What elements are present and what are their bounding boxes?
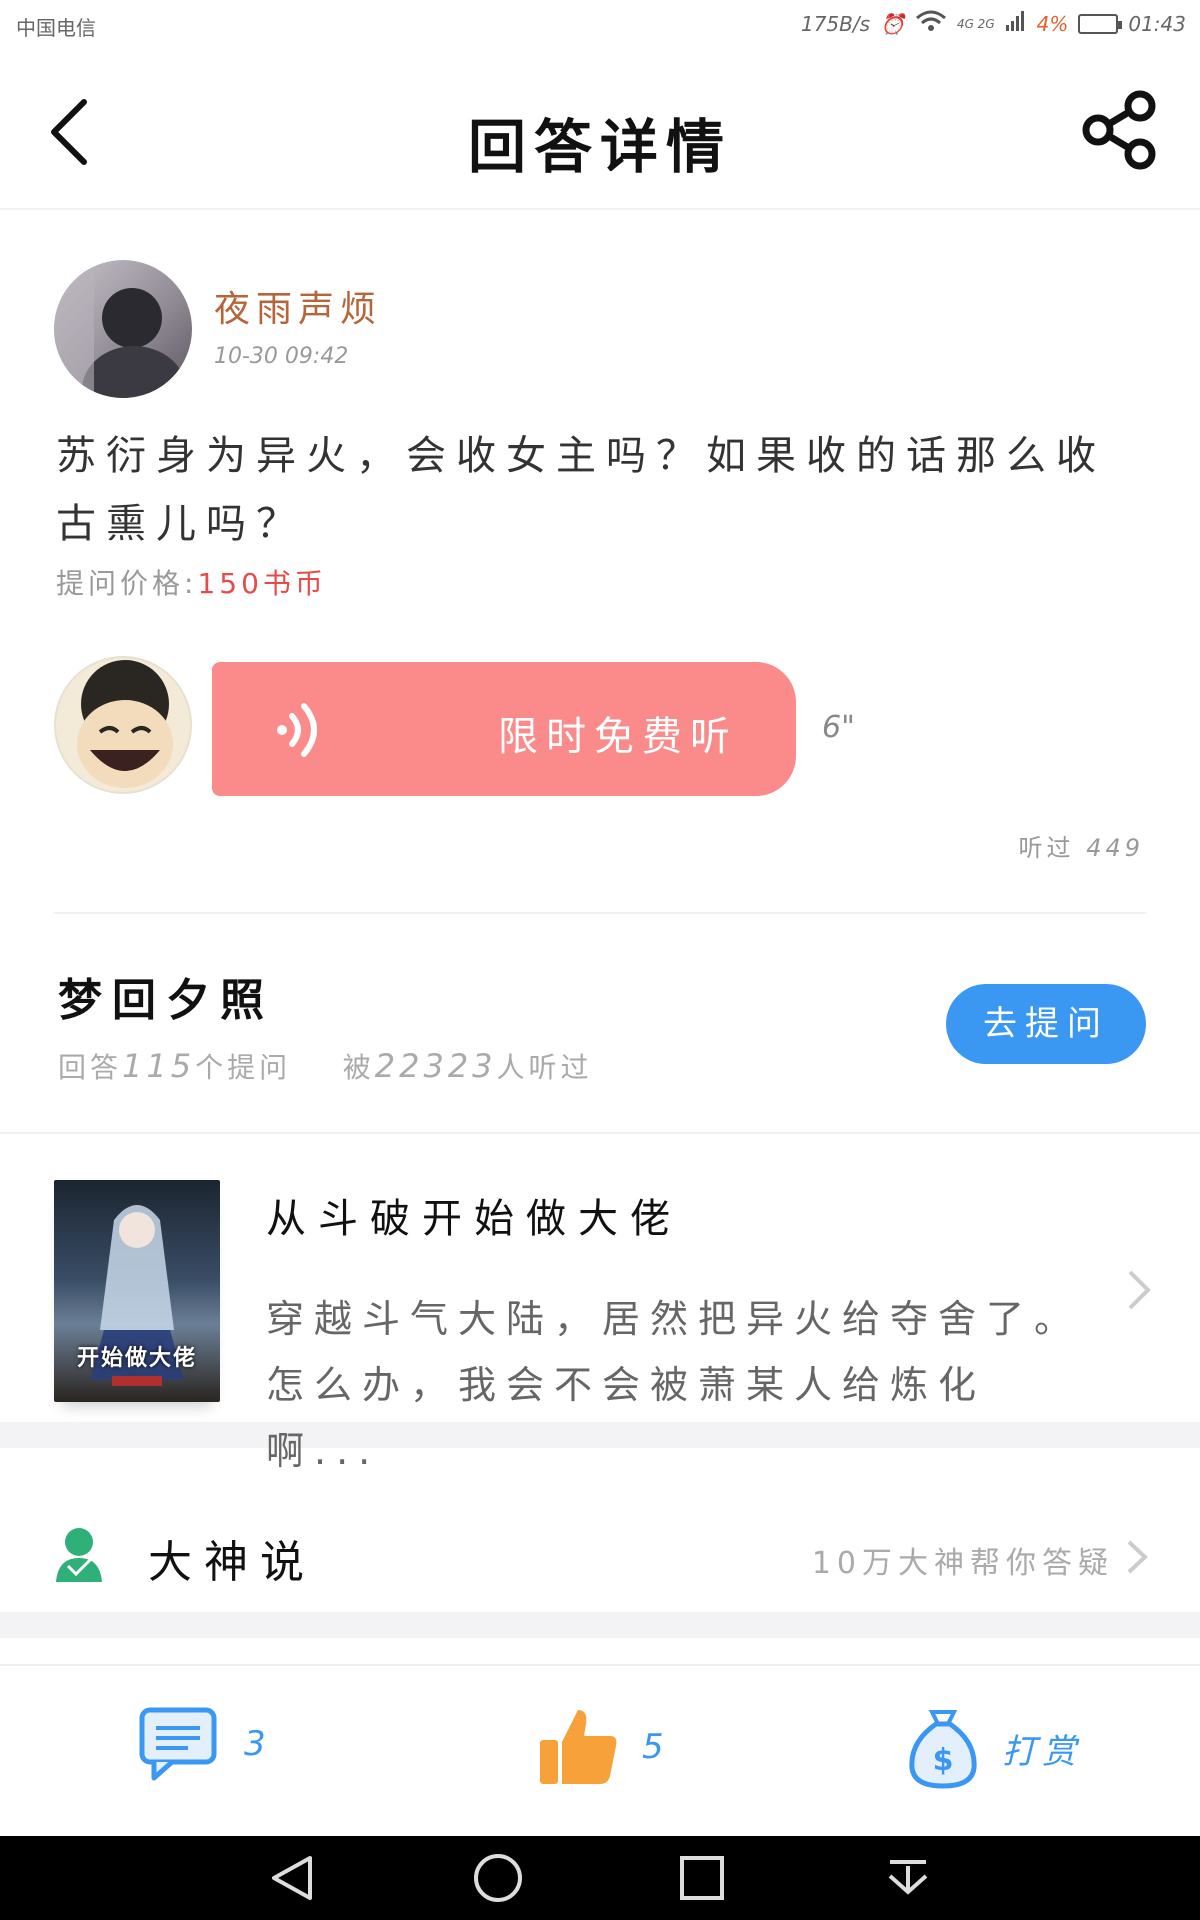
comment-button[interactable]: 3: [138, 1706, 272, 1782]
answerer-avatar[interactable]: [54, 656, 192, 794]
asker-avatar[interactable]: [54, 260, 192, 398]
reward-button[interactable]: $ 打赏: [906, 1706, 1082, 1790]
nav-notifications-icon[interactable]: [880, 1850, 936, 1906]
book-card[interactable]: 开始做大佬 从斗破开始做大佬 穿越斗气大陆，居然把异火给夺舍了。怎么办，我会不会…: [0, 1136, 1200, 1473]
answer-count: 115: [122, 1047, 196, 1085]
listened-label: 听过: [1018, 834, 1075, 862]
answerer-name[interactable]: 梦回夕照: [58, 964, 274, 1028]
audio-duration: 6": [822, 710, 855, 745]
ask-question-button[interactable]: 去提问: [946, 984, 1146, 1064]
question-block: 夜雨声烦 10-30 09:42 苏衍身为异火，会收女主吗？如果收的话那么收古熏…: [0, 212, 1200, 912]
listen-count-suffix: 人听过: [496, 1051, 593, 1084]
asker-avatar-image: [54, 260, 186, 398]
nav-home-icon[interactable]: [470, 1850, 526, 1906]
answer-count-prefix: 回答: [58, 1051, 123, 1084]
like-button[interactable]: 5: [538, 1706, 670, 1788]
question-price: 提问价格:150书币: [56, 562, 327, 602]
dashen-row[interactable]: 大神说 10万大神帮你答疑: [0, 1474, 1200, 1638]
net-speed: 175B/s: [800, 11, 871, 36]
listened-count: 听过 449: [1019, 828, 1144, 863]
price-label: 提问价格:: [56, 567, 198, 600]
reward-label: 打赏: [1002, 1731, 1082, 1772]
nav-bar: 回答详情: [0, 50, 1200, 210]
answerer-stats: 回答115个提问 被22323人听过: [58, 1046, 593, 1086]
bottom-action-bar: 3 5 $ 打赏: [0, 1664, 1200, 1836]
wifi-icon: [915, 10, 947, 37]
chevron-right-icon: [1128, 1270, 1151, 1310]
listen-count: 22323: [374, 1047, 497, 1085]
like-count: 5: [642, 1727, 670, 1767]
nav-back-icon[interactable]: [264, 1850, 320, 1906]
answerer-avatar-image: [77, 660, 173, 788]
alarm-icon: ⏰: [880, 11, 905, 36]
chevron-right-icon: [1127, 1540, 1148, 1574]
share-icon: [1082, 90, 1156, 170]
book-description: 穿越斗气大陆，居然把异火给夺舍了。怎么办，我会不会被萧某人给炼化啊...: [266, 1297, 1083, 1473]
listened-number: 449: [1086, 834, 1144, 862]
listen-count-prefix: 被: [342, 1051, 375, 1084]
question-text: 苏衍身为异火，会收女主吗？如果收的话那么收古熏儿吗？: [56, 433, 1106, 547]
question-time: 10-30 09:42: [214, 344, 349, 369]
share-button[interactable]: [1080, 90, 1160, 170]
status-right: 175B/s ⏰ 4G 2G 4% 01:43: [801, 10, 1186, 37]
book-cover: 开始做大佬: [54, 1180, 220, 1402]
answer-count-suffix: 个提问: [195, 1051, 292, 1084]
thumbs-up-icon: [540, 1710, 617, 1784]
voice-wave-icon: [277, 703, 317, 757]
comment-count: 3: [244, 1724, 272, 1764]
answerer-section: 梦回夕照 回答115个提问 被22323人听过 去提问: [0, 914, 1200, 1134]
status-bar: 中国电信 175B/s ⏰ 4G 2G 4% 01:43: [0, 0, 1200, 50]
asker-name[interactable]: 夜雨声烦: [214, 280, 382, 332]
user-expert-icon: [56, 1528, 102, 1582]
price-value: 150书币: [197, 567, 327, 600]
battery-percent: 4%: [1036, 11, 1069, 36]
carrier-label: 中国电信: [16, 16, 96, 40]
clock: 01:43: [1128, 11, 1186, 36]
svg-text:$: $: [933, 1743, 954, 1778]
audio-play-button[interactable]: 限时免费听: [212, 662, 796, 796]
dashen-title: 大神说: [148, 1537, 316, 1588]
network-type: 4G 2G: [956, 16, 995, 31]
battery-icon: [1078, 13, 1123, 34]
signal-icon: [1005, 11, 1027, 36]
audio-label: 限时免费听: [498, 714, 738, 760]
dashen-tagline: 10万大神帮你答疑: [811, 1546, 1114, 1581]
android-nav-bar: [0, 1836, 1200, 1920]
page-title: 回答详情: [467, 113, 732, 181]
book-cover-title: 开始做大佬: [76, 1346, 197, 1371]
book-title: 从斗破开始做大佬: [266, 1196, 682, 1242]
money-bag-icon: $: [909, 1710, 977, 1789]
comment-icon: [139, 1707, 217, 1781]
nav-recents-icon[interactable]: [674, 1850, 730, 1906]
